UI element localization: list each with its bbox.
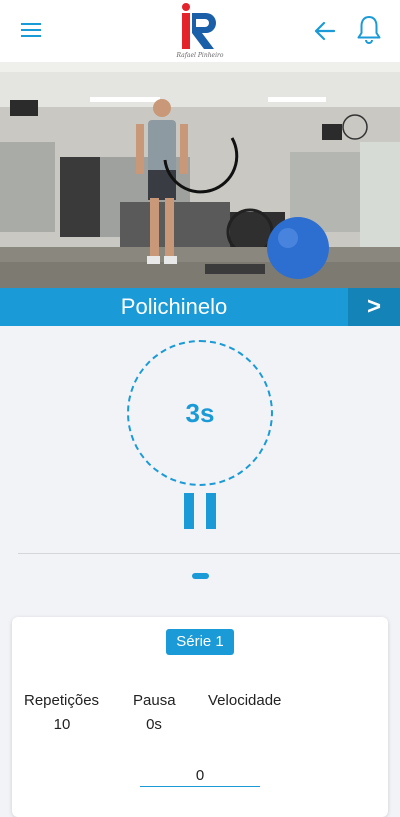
timer-circle: 3s: [127, 340, 273, 486]
exercise-title-bar: Polichinelo >: [0, 288, 400, 326]
exercise-video[interactable]: [0, 62, 400, 288]
exercise-name: Polichinelo: [120, 294, 228, 319]
drag-handle[interactable]: [192, 573, 209, 579]
speed-input[interactable]: [140, 764, 260, 787]
pause-button[interactable]: [184, 493, 216, 529]
next-exercise-button[interactable]: >: [348, 288, 400, 326]
serie-card: Série 1 Repetições 10 Pausa 0s Velocidad…: [12, 617, 388, 817]
serie-badge[interactable]: Série 1: [166, 629, 234, 655]
notifications-button[interactable]: [356, 14, 382, 46]
stat-value-pause: 0s: [146, 716, 162, 733]
pause-icon: [184, 493, 194, 529]
stat-value-repetitions: 10: [53, 716, 71, 733]
logo-caption: Rafael Pinheiro: [176, 52, 224, 59]
bell-icon: [357, 16, 381, 44]
back-button[interactable]: [312, 18, 338, 44]
arrow-left-icon: [314, 21, 336, 41]
app-header: Rafael Pinheiro: [0, 0, 400, 62]
divider: [18, 553, 400, 554]
timer-value: 3s: [185, 398, 215, 428]
hamburger-menu-icon: [21, 23, 41, 37]
menu-button[interactable]: [20, 20, 44, 42]
stat-label-repetitions: Repetições: [24, 692, 100, 709]
stat-label-speed: Velocidade: [208, 692, 282, 709]
brand-logo: Rafael Pinheiro: [168, 2, 232, 62]
stat-label-pause: Pausa: [133, 692, 176, 709]
